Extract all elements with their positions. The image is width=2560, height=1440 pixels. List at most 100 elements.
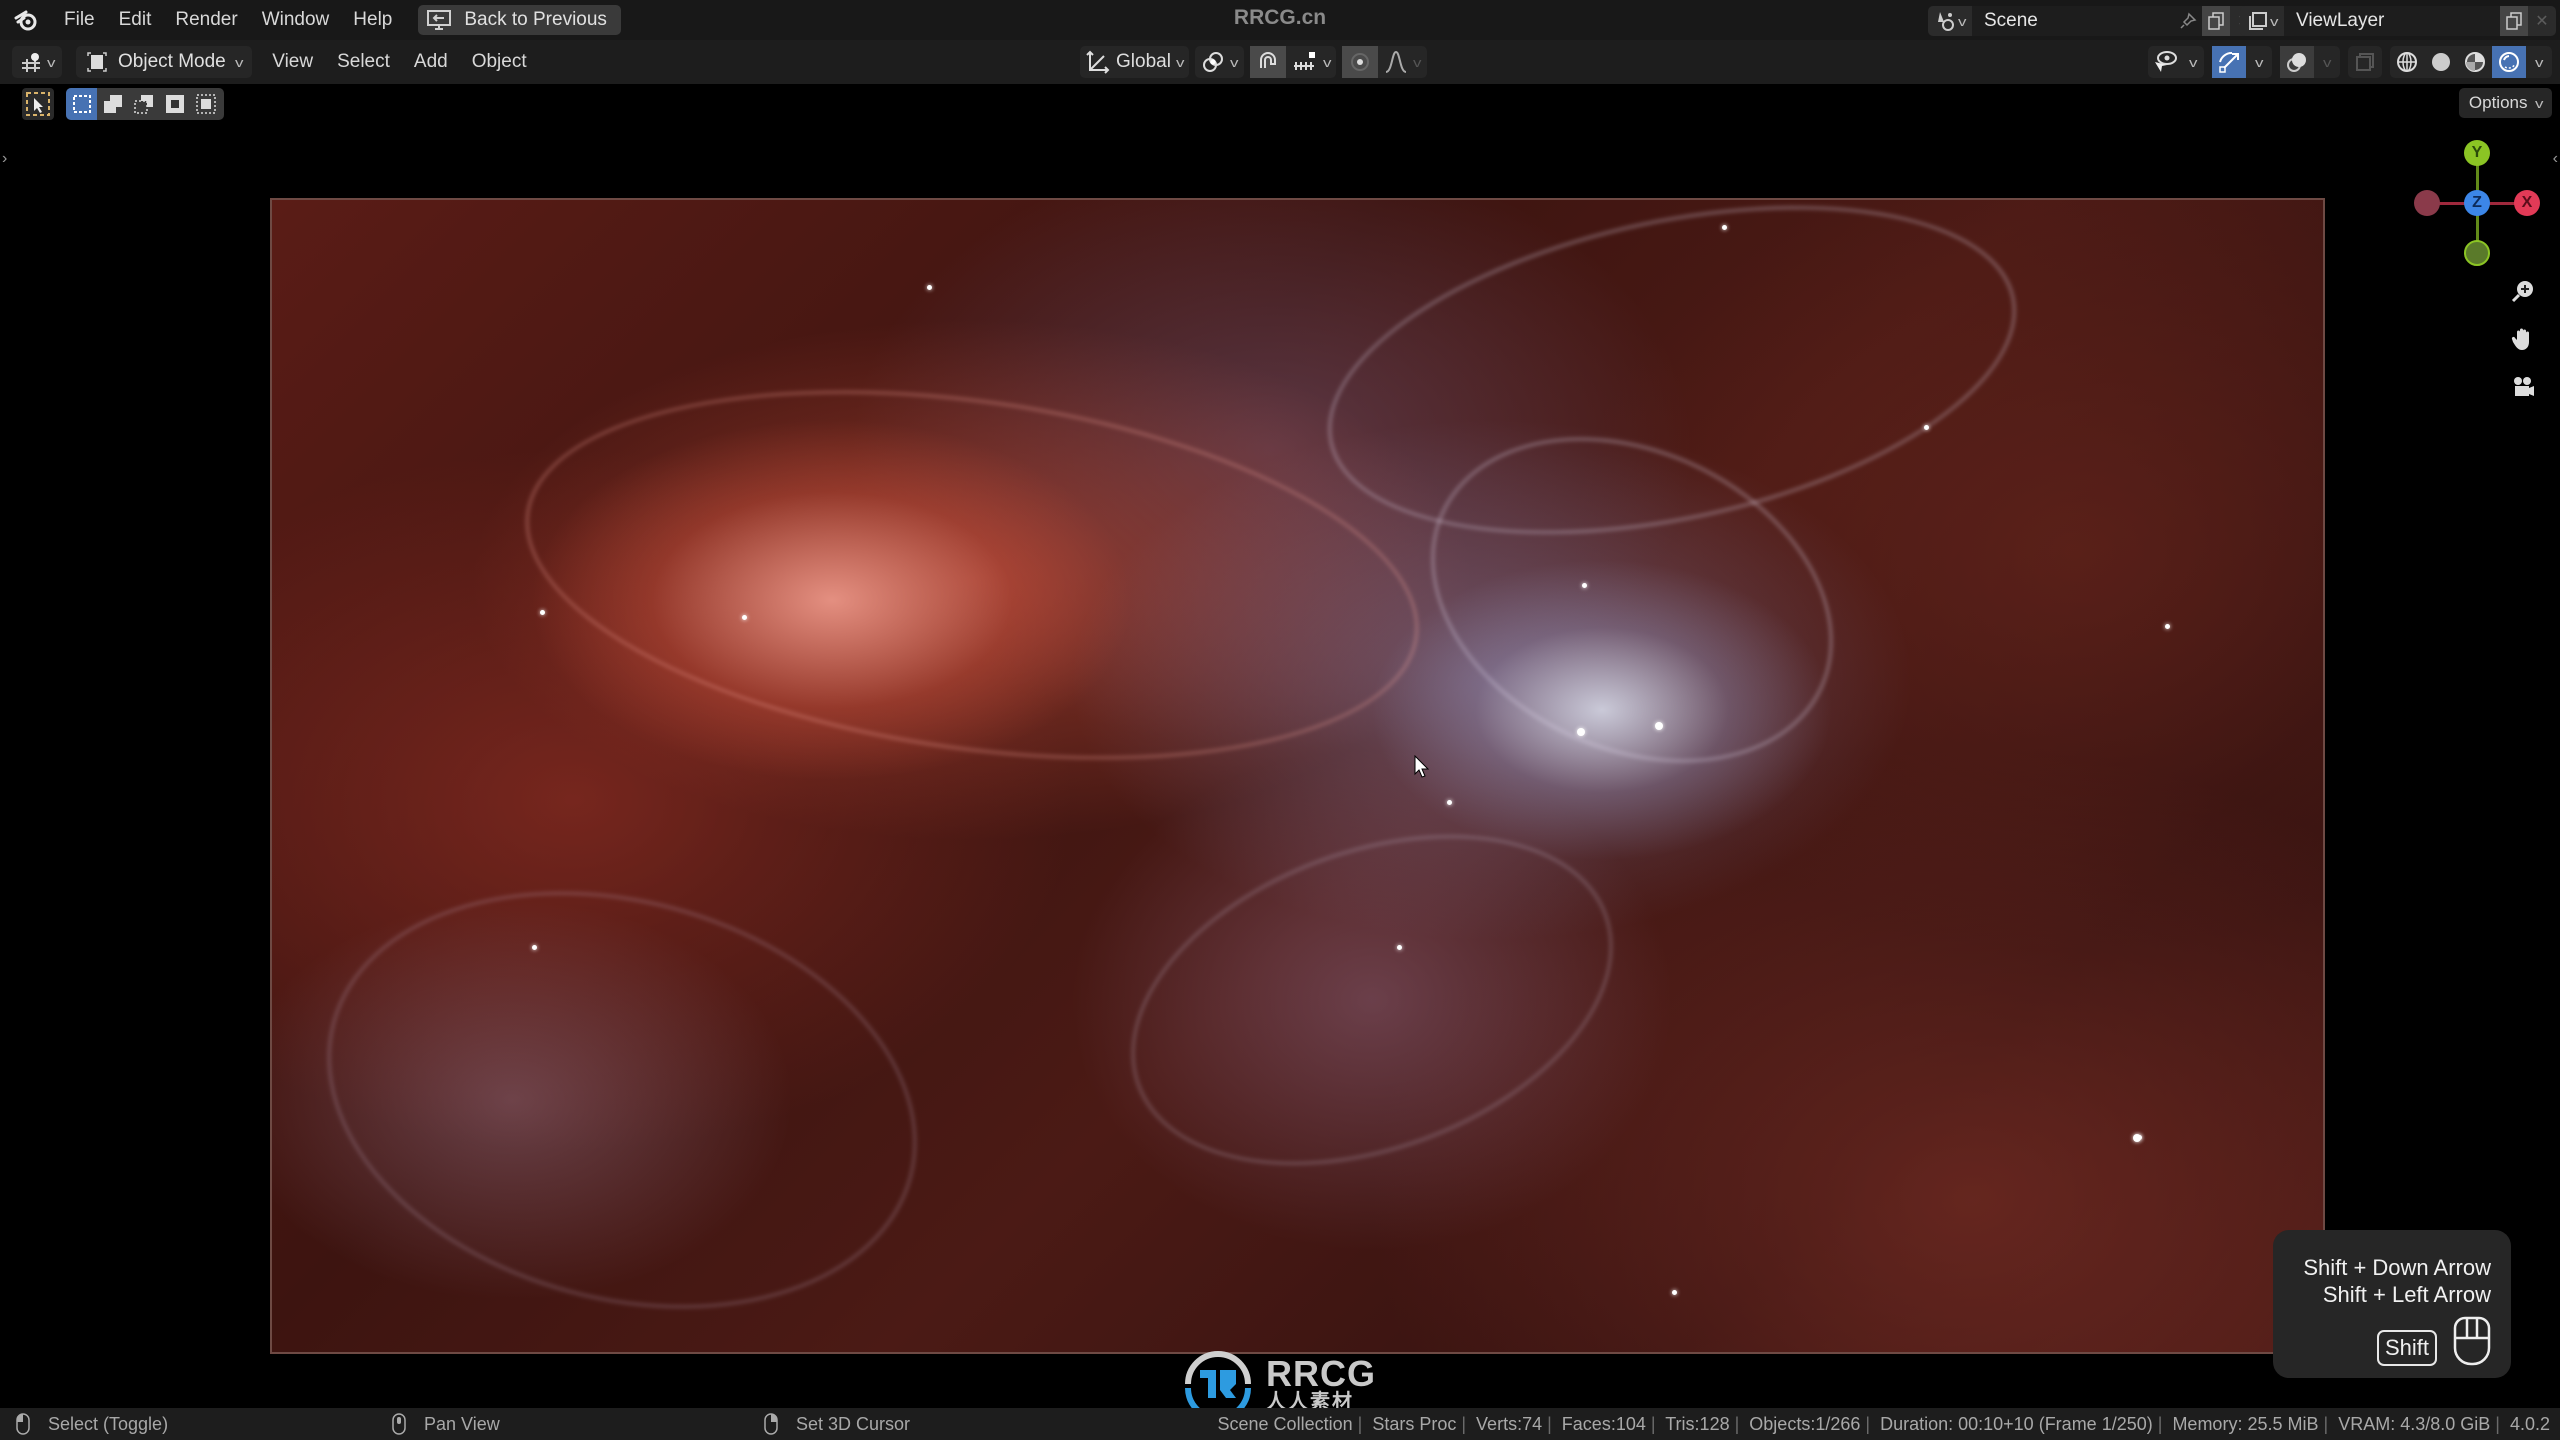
options-dropdown[interactable]: Options v [2458,88,2552,118]
pivot-point-dropdown[interactable]: v [1195,46,1244,78]
rrcg-logo-text: RRCG [1266,1353,1376,1394]
chevron-down-icon: v [2534,54,2544,70]
star [2165,624,2170,629]
solid-shading-button[interactable] [2424,46,2458,78]
stat-vram: VRAM: 4.3/8.0 GiB [2338,1414,2491,1434]
duplicate-scene-icon[interactable] [2202,6,2230,36]
camera-view-render[interactable] [270,198,2325,1354]
sidebar-expand-icon[interactable]: ‹ [2553,150,2558,168]
gizmo-y-axis[interactable]: Y [2464,140,2490,166]
transform-orientation-label: Global [1116,51,1171,72]
menu-help[interactable]: Help [341,4,404,36]
stat-verts: Verts:74 [1476,1414,1543,1434]
menu-view[interactable]: View [260,46,325,78]
proportional-edit-icon [1351,53,1370,71]
viewport-display-tools: v v v v [2148,46,2552,78]
camera-view-button[interactable] [2508,372,2538,402]
navigation-gizmo[interactable]: Y Z X [2408,138,2548,278]
set-new-selection-button[interactable] [66,88,97,120]
blender-logo-icon[interactable] [14,8,38,32]
menu-render[interactable]: Render [163,4,249,36]
chevron-down-icon: v [1175,54,1185,70]
select-box-tool[interactable] [22,88,54,120]
duplicate-viewlayer-icon[interactable] [2500,6,2528,36]
xray-toggle[interactable] [2348,46,2382,78]
wireframe-shading-button[interactable] [2390,46,2424,78]
gizmo-neg-y-axis[interactable] [2464,240,2490,266]
pan-view-button[interactable] [2508,324,2538,354]
camera-view-icon [2514,377,2534,396]
material-preview-button[interactable] [2458,46,2492,78]
rendered-shading-button[interactable] [2492,46,2526,78]
menu-window[interactable]: Window [250,4,342,36]
pin-icon[interactable] [2174,6,2202,36]
gizmo-neg-x-axis[interactable] [2414,190,2440,216]
viewlayer-name-field[interactable]: ViewLayer [2284,6,2500,36]
chevron-down-icon: v [2534,95,2543,111]
snap-target-dropdown[interactable]: v [1286,46,1337,78]
zoom-view-button[interactable] [2508,276,2538,306]
status-hint-pan: Pan View [392,1408,500,1440]
proportional-edit-toggle[interactable] [1342,46,1379,78]
select-box-icon [26,92,50,116]
extend-selection-button[interactable] [97,88,128,120]
viewlayer-selector-icon[interactable]: v [2240,6,2284,36]
selection-mode-group [66,88,224,120]
star [1924,425,1929,430]
overlays-toggle[interactable] [2280,46,2314,78]
menu-select[interactable]: Select [325,46,402,78]
shading-dropdown[interactable]: v [2526,46,2552,78]
snapping-group: v [1249,46,1337,78]
mouse-cursor-icon [1414,755,1430,778]
scene-name-field[interactable]: Scene [1972,6,2174,36]
transform-tools: Global v v v v [1080,46,1427,78]
stat-duration: Duration: 00:10+10 (Frame 1/250) [1880,1414,2153,1434]
gizmo-toggle[interactable] [2212,46,2246,78]
toolbar-expand-icon[interactable]: › [2,150,7,168]
visibility-dropdown[interactable]: v [2148,46,2204,78]
gizmo-z-axis[interactable]: Z [2464,190,2490,216]
pan-hand-icon [2511,328,2529,350]
subtract-selection-button[interactable] [128,88,159,120]
falloff-dropdown[interactable]: v [1378,46,1427,78]
star [532,945,537,950]
snap-toggle[interactable] [1249,46,1286,78]
status-hint-select: Select (Toggle) [16,1408,168,1440]
close-viewlayer-icon[interactable]: ✕ [2528,6,2556,36]
extend-selection-icon [103,95,122,113]
menu-object[interactable]: Object [460,46,539,78]
transform-orientation-icon [1086,50,1110,74]
star [927,285,932,290]
scene-selector-icon[interactable]: v [1928,6,1972,36]
editor-type-selector[interactable]: v [12,46,62,78]
menu-file[interactable]: File [52,4,107,36]
gizmo-x-axis[interactable]: X [2514,190,2540,216]
mouse-icon [2453,1316,2491,1366]
status-hint-label: Select (Toggle) [48,1413,169,1434]
chevron-down-icon: v [1322,54,1332,70]
stat-faces: Faces:104 [1561,1414,1646,1434]
zoom-icon [2511,281,2533,303]
xray-icon [2356,53,2374,71]
subtract-selection-icon [133,95,153,114]
object-mode-dropdown[interactable]: Object Mode v [76,46,253,78]
overlays-dropdown[interactable]: v [2314,46,2340,78]
menu-add[interactable]: Add [402,46,460,78]
gizmo-dropdown[interactable]: v [2246,46,2272,78]
gizmo-toggle-icon [2219,51,2239,73]
back-to-previous-button[interactable]: Back to Previous [418,5,621,35]
options-label: Options [2468,93,2528,112]
intersect-selection-button[interactable] [190,88,221,120]
status-bar: Select (Toggle) Pan View Set 3D Cursor S… [0,1408,2560,1440]
star [2133,1134,2141,1142]
snap-increment-icon [1293,52,1315,70]
invert-selection-button[interactable] [159,88,190,120]
stat-collection: Scene Collection [1217,1414,1353,1434]
rendered-shading-icon [2499,52,2519,72]
status-hint-label: Set 3D Cursor [796,1413,911,1434]
invert-selection-icon [165,95,184,113]
menu-edit[interactable]: Edit [107,4,164,36]
keystroke-line: Shift + Down Arrow [2303,1255,2491,1280]
transform-orientation-dropdown[interactable]: Global v [1080,46,1190,78]
chevron-down-icon: v [2188,54,2198,70]
